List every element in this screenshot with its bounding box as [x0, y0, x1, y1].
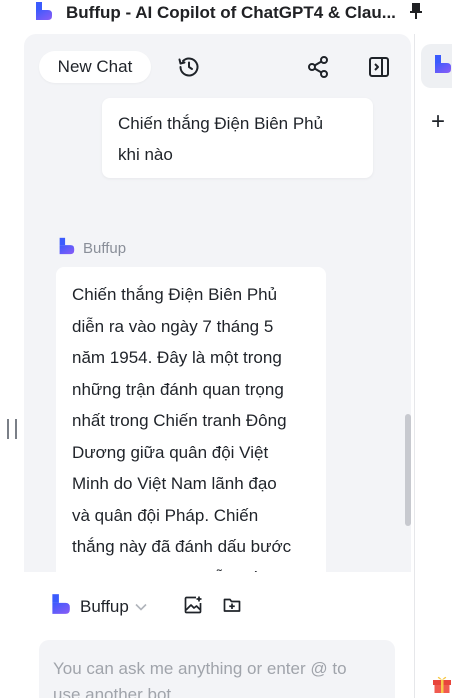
buffup-logo-icon — [431, 53, 452, 80]
buffup-logo-icon — [48, 592, 72, 621]
user-message-line: khi nào — [118, 145, 173, 164]
bot-message-line: những trận đánh quan trọng — [72, 379, 284, 399]
user-message-line: Chiến thắng Điện Biên Phủ — [118, 114, 324, 133]
plus-icon[interactable]: + — [431, 110, 445, 134]
pin-icon[interactable] — [408, 2, 424, 25]
bot-selector-label: Buffup — [80, 596, 129, 616]
bot-message-line: năm 1954. Đây là một trong — [72, 348, 282, 367]
rail-bot-tab[interactable] — [421, 44, 452, 88]
sidebar-toggle-icon[interactable] — [366, 54, 392, 80]
chat-panel: New Chat Chiến thắng Điện Biên Phủ khi n… — [24, 34, 411, 698]
chat-input-placeholder-line: You can ask me anything or enter @ to — [53, 659, 347, 678]
bot-message-line: ngoặt quan trọng dẫn đến — [72, 563, 310, 573]
bot-message-line: Minh do Việt Nam lãnh đạo — [72, 474, 277, 493]
chevron-down-icon — [135, 598, 147, 616]
buffup-logo-icon — [32, 0, 54, 27]
buffup-logo-icon — [56, 236, 76, 261]
bot-name: Buffup — [83, 240, 127, 257]
side-rail: + — [414, 34, 452, 698]
bot-message-line: và quân đội Pháp. Chiến — [72, 505, 259, 525]
user-message: Chiến thắng Điện Biên Phủ khi nào — [102, 98, 373, 178]
add-image-icon[interactable] — [182, 594, 204, 616]
chat-input-placeholder-line: use another bot — [53, 685, 172, 698]
chat-input[interactable]: You can ask me anything or enter @ to us… — [39, 640, 395, 698]
resize-handle[interactable] — [7, 419, 17, 439]
bot-message: Chiến thắng Điện Biên Phủ diễn ra vào ng… — [56, 267, 326, 572]
gift-icon[interactable] — [431, 672, 452, 698]
new-chat-button[interactable]: New Chat — [39, 51, 151, 83]
window-title: Buffup - AI Copilot of ChatGPT4 & Clau..… — [66, 3, 396, 22]
message-scrollbar[interactable] — [405, 414, 411, 526]
share-icon[interactable] — [305, 54, 331, 80]
bot-selector[interactable]: Buffup — [48, 592, 147, 621]
composer: Buffup You can ask me anything or enter … — [24, 572, 411, 698]
history-icon[interactable] — [176, 54, 202, 80]
bot-message-line: Dương giữa quân đội Việt — [72, 442, 269, 462]
bot-message-line: Chiến thắng Điện Biên Phủ — [72, 285, 278, 304]
bot-message-line: diễn ra vào ngày 7 tháng 5 — [72, 316, 274, 336]
bot-message-line: thắng này đã đánh dấu bước — [72, 537, 292, 556]
chat-header: New Chat — [24, 34, 411, 96]
bot-message-line: nhất trong Chiến tranh Đông — [72, 411, 287, 430]
window-titlebar: Buffup - AI Copilot of ChatGPT4 & Clau..… — [0, 0, 452, 28]
bot-message-header: Buffup — [56, 236, 126, 261]
message-list[interactable]: Chiến thắng Điện Biên Phủ khi nào Buffup… — [24, 96, 411, 572]
add-folder-icon[interactable] — [221, 594, 243, 616]
